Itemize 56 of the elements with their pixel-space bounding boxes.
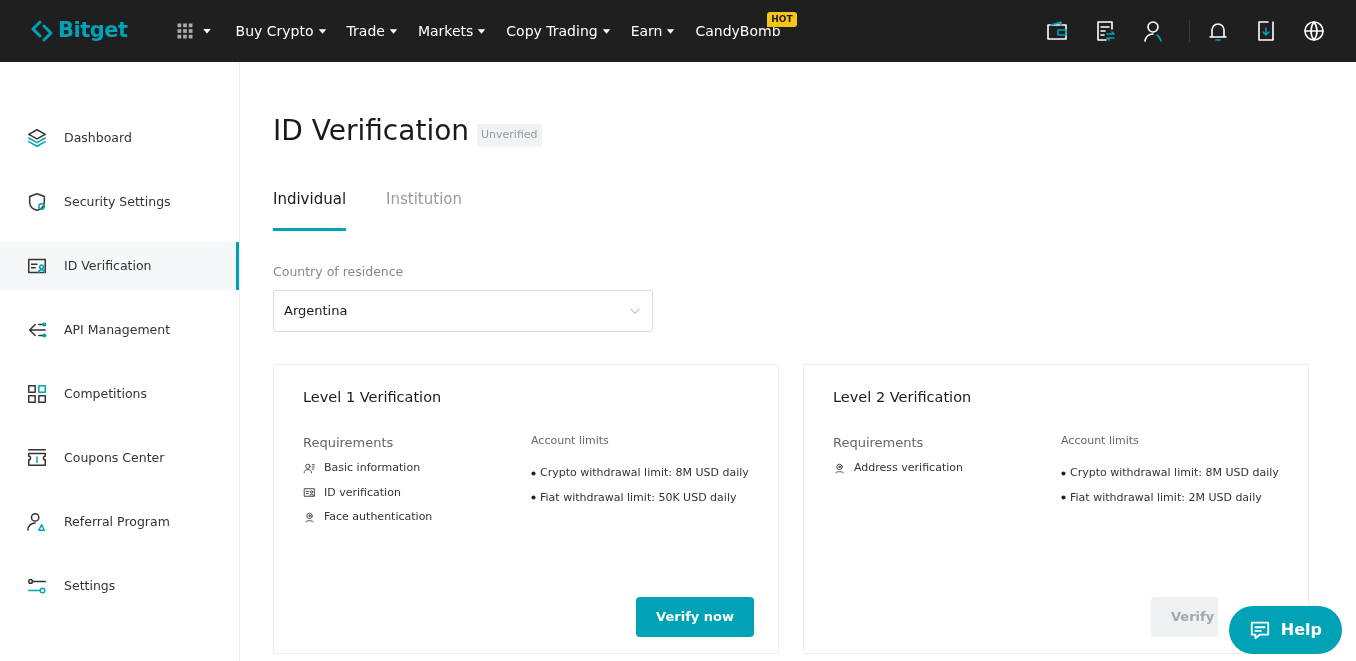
requirement-item: Basic information xyxy=(303,460,531,477)
section-label: Account limits xyxy=(1061,432,1140,449)
wallet-icon xyxy=(1045,19,1069,43)
tab[interactable]: Individual xyxy=(273,187,347,232)
tiles-icon xyxy=(26,383,48,405)
sidebar-item[interactable]: Competitions xyxy=(0,370,239,418)
status-badge: Unverified xyxy=(477,124,542,147)
limit-item: Fiat withdrawal limit: 50K USD daily xyxy=(540,489,737,506)
section-label: Account limits xyxy=(531,432,610,449)
users-icon xyxy=(26,511,48,533)
page-title: ID Verification xyxy=(273,114,470,148)
layers-icon xyxy=(26,127,48,149)
header-icon-button[interactable] xyxy=(1141,19,1165,43)
shield-icon xyxy=(26,191,48,213)
nav-link[interactable]: Trade xyxy=(346,20,398,42)
logo-text[interactable]: Bitget xyxy=(58,15,128,47)
bullet-icon xyxy=(531,470,536,476)
grid-icon xyxy=(175,22,194,40)
nav-link[interactable]: Buy Crypto xyxy=(235,20,327,42)
section-label: Requirements xyxy=(833,433,925,452)
hot-badge: HOT xyxy=(767,11,797,27)
sidebar-item[interactable]: Security Settings xyxy=(0,178,239,226)
caret-icon xyxy=(201,26,212,36)
country-select[interactable]: Argentina xyxy=(273,289,653,332)
requirement-item: Address verification xyxy=(833,460,1061,477)
header-icon-button[interactable] xyxy=(1302,19,1326,43)
bullet-icon xyxy=(1061,495,1066,501)
limit-item: Crypto withdrawal limit: 8M USD daily xyxy=(540,465,749,482)
nav-link[interactable]: Earn xyxy=(630,20,676,42)
user-icon xyxy=(1141,19,1165,43)
header-icon-button[interactable] xyxy=(1045,19,1069,43)
branch-arrow-icon xyxy=(26,319,48,341)
sidebar-item[interactable]: ID Verification xyxy=(0,242,239,290)
sidebar-item[interactable]: Settings xyxy=(0,562,239,610)
limit-item: Fiat withdrawal limit: 2M USD daily xyxy=(1070,489,1262,506)
ticket-icon xyxy=(26,447,48,469)
id-card-icon xyxy=(303,486,316,500)
nav-link[interactable]: Copy Trading xyxy=(506,20,611,42)
card-title: Level 1 Verification xyxy=(303,387,443,407)
apps-menu-button[interactable] xyxy=(175,22,212,40)
person-list-icon xyxy=(303,461,316,475)
nav-link[interactable]: Markets xyxy=(417,20,487,42)
sidebar-item[interactable]: Coupons Center xyxy=(0,434,239,482)
card-title: Level 2 Verification xyxy=(833,387,973,407)
section-label: Requirements xyxy=(303,433,395,452)
bullet-icon xyxy=(531,495,536,501)
field-label: Country of residence xyxy=(273,263,405,282)
limit-item: Crypto withdrawal limit: 8M USD daily xyxy=(1070,465,1279,482)
sidebar-item[interactable]: API Management xyxy=(0,306,239,354)
bullet-icon xyxy=(1061,470,1066,476)
sidebar-item[interactable]: Dashboard xyxy=(0,114,239,162)
requirement-item: Face authentication xyxy=(303,509,531,526)
chat-icon xyxy=(1248,619,1271,641)
globe-icon xyxy=(1302,19,1326,43)
requirement-item: ID verification xyxy=(303,484,531,502)
sidebar-item[interactable]: Referral Program xyxy=(0,498,239,546)
